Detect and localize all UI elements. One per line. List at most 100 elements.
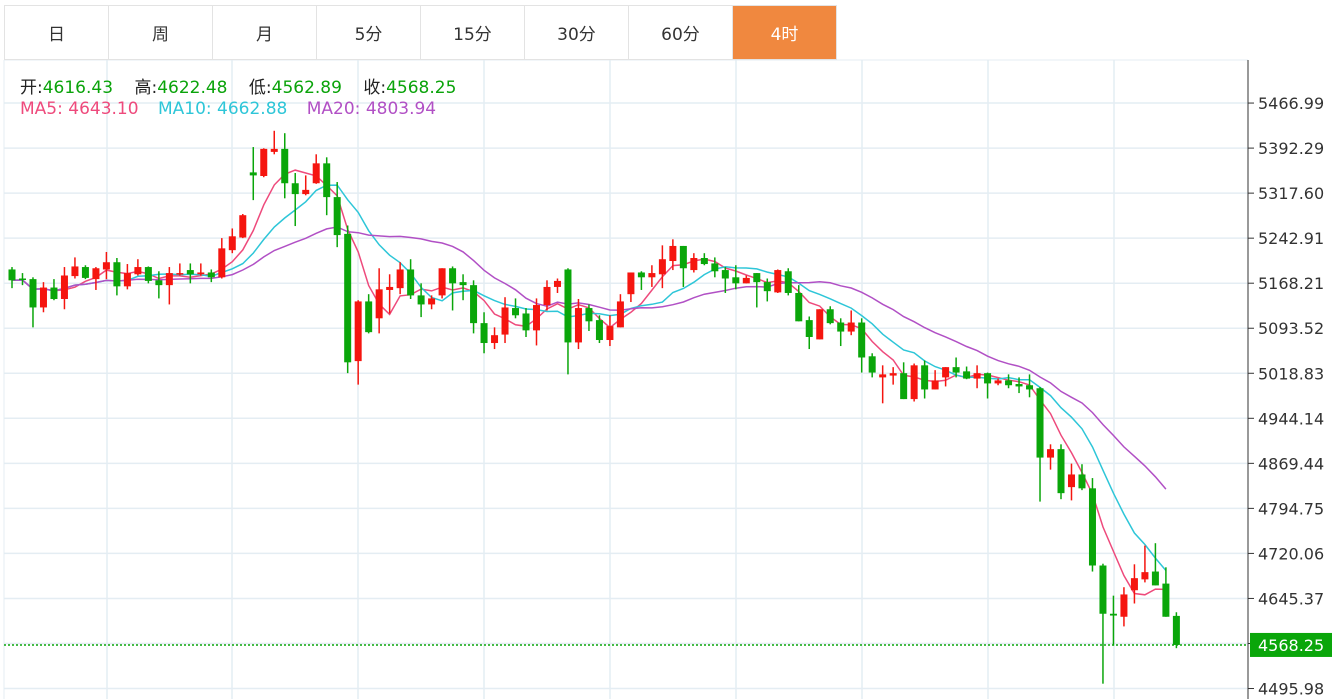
candle-body [144, 267, 152, 281]
candle [438, 268, 446, 299]
candle-body [165, 273, 173, 286]
candle-body [71, 266, 79, 277]
candle-body [501, 307, 509, 335]
candle [470, 280, 478, 334]
candle [123, 264, 131, 290]
y-tick-label: 5242.91 [1258, 229, 1324, 248]
candle-body [29, 279, 37, 308]
candle-body [344, 233, 352, 363]
candle-body [585, 308, 593, 322]
ma10-legend: MA10: 4662.88 [158, 99, 287, 119]
candle [826, 306, 834, 325]
tab-5[interactable]: 30分 [525, 6, 629, 59]
open-value: 4616.43 [42, 78, 114, 98]
y-tick-label: 4869.44 [1258, 454, 1324, 473]
candle [249, 147, 257, 201]
tab-6[interactable]: 60分 [629, 6, 733, 59]
candle-body [113, 262, 121, 287]
candle-body [637, 272, 645, 278]
candle [1099, 563, 1107, 684]
candle-body [868, 356, 876, 373]
candle-body [721, 270, 729, 279]
candle [1120, 587, 1128, 627]
candle [1005, 374, 1013, 389]
candle-body [889, 373, 897, 376]
ma20-legend: MA20: 4803.94 [307, 99, 436, 119]
candle-body [1151, 571, 1159, 586]
candle [1067, 463, 1075, 501]
candle [50, 279, 58, 301]
candle [1088, 478, 1096, 572]
candle [354, 300, 362, 385]
y-tick-label: 4645.37 [1258, 589, 1324, 608]
candle-body [260, 148, 268, 177]
candle [29, 277, 37, 328]
low-value: 4562.89 [271, 78, 342, 98]
candle [60, 267, 68, 310]
candle-body [942, 367, 950, 378]
tab-4[interactable]: 15分 [421, 6, 525, 59]
candle [606, 315, 614, 347]
candle-body [281, 148, 289, 184]
candle-body [459, 282, 467, 286]
candle-body [700, 258, 708, 265]
candle-body [963, 371, 971, 379]
candle [480, 312, 488, 354]
candle-body [533, 305, 540, 331]
candle-body [228, 236, 236, 251]
candle-body [417, 295, 425, 305]
candle [228, 228, 236, 254]
candle-body [1141, 572, 1149, 580]
candle-body [428, 298, 436, 305]
candle-body [543, 286, 551, 306]
low-label: 低: [248, 78, 272, 98]
tab-1[interactable]: 周 [109, 6, 213, 59]
candle-body [1120, 594, 1128, 617]
y-tick-label: 5093.52 [1258, 319, 1324, 338]
candle-body [1057, 449, 1065, 494]
candle-body [396, 269, 404, 289]
y-tick-label: 4495.98 [1258, 680, 1324, 699]
candle [616, 294, 624, 328]
candle-body [239, 215, 247, 238]
candle-body [333, 197, 341, 236]
candle [679, 245, 687, 287]
candle-body [595, 320, 603, 341]
candle [39, 282, 47, 313]
ma20-label: MA20: [306, 99, 361, 119]
open-label: 开: [20, 78, 43, 98]
ma5-legend: MA5: 4643.10 [20, 99, 139, 119]
candle [847, 310, 855, 336]
tab-2[interactable]: 月 [213, 6, 317, 59]
candle [1109, 595, 1117, 646]
candle [1036, 387, 1044, 502]
candle-body [386, 286, 394, 290]
ma10-value: 4662.88 [217, 99, 288, 119]
candle-body [60, 275, 68, 300]
y-tick-label: 5168.21 [1258, 274, 1324, 293]
candle [302, 175, 310, 196]
candle-body [218, 248, 226, 278]
tab-7[interactable]: 4时 [733, 6, 837, 59]
candle [721, 267, 729, 293]
close-label: 收: [363, 78, 387, 98]
candle-body [155, 280, 163, 286]
candle [795, 285, 803, 322]
candle-body [931, 380, 939, 390]
candle [816, 309, 824, 340]
candle-body [1015, 384, 1023, 387]
candle [994, 378, 1002, 386]
candle-body [879, 374, 887, 378]
moving-averages [11, 169, 1167, 596]
candle-body [197, 272, 205, 275]
candle [312, 154, 320, 184]
tab-3[interactable]: 5分 [317, 6, 421, 59]
candle-body [900, 373, 908, 400]
candle [407, 259, 415, 300]
tab-0[interactable]: 日 [5, 6, 109, 59]
y-tick-label: 5466.99 [1258, 94, 1324, 113]
candle [805, 316, 813, 350]
candle-body [438, 268, 446, 296]
candle [333, 182, 341, 248]
candle [522, 308, 530, 337]
